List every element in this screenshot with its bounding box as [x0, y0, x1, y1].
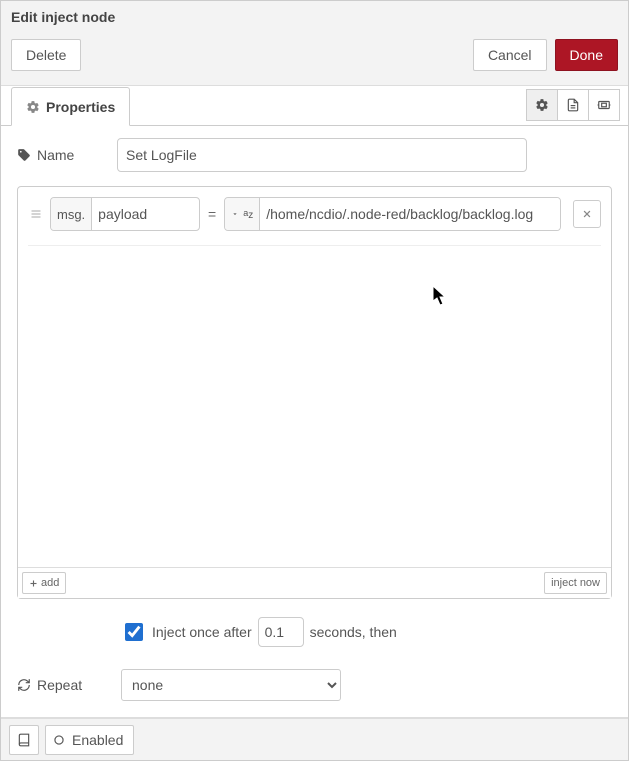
properties-icon-button[interactable] — [526, 89, 558, 121]
prop-value-input[interactable] — [260, 198, 560, 230]
repeat-label-text: Repeat — [37, 677, 82, 693]
props-footer: add inject now — [18, 567, 611, 598]
equals-sign: = — [206, 206, 218, 222]
tab-properties[interactable]: Properties — [11, 87, 130, 126]
add-prop-button[interactable]: add — [22, 572, 66, 594]
repeat-row: Repeat none — [17, 669, 612, 701]
delete-button[interactable]: Delete — [11, 39, 81, 71]
dialog-title: Edit inject node — [11, 9, 618, 25]
enabled-label: Enabled — [72, 732, 123, 748]
circle-icon — [52, 733, 66, 747]
description-icon-button[interactable] — [557, 89, 589, 121]
dialog-header: Edit inject node Delete Cancel Done — [1, 1, 628, 86]
book-icon — [17, 733, 31, 747]
prop-key-input[interactable] — [92, 198, 192, 230]
enabled-toggle[interactable]: Enabled — [45, 725, 134, 755]
prop-value-input-wrap: az — [224, 197, 561, 231]
tag-icon — [17, 148, 31, 162]
inject-once-checkbox[interactable] — [125, 623, 143, 641]
appearance-icon-button[interactable] — [588, 89, 620, 121]
payload-props-list: msg. = az — [18, 187, 611, 567]
repeat-label: Repeat — [17, 677, 121, 693]
name-label-text: Name — [37, 147, 74, 163]
close-icon — [582, 209, 592, 219]
inject-once-delay-input[interactable] — [258, 617, 304, 647]
string-type-icon: az — [243, 209, 253, 221]
prop-row: msg. = az — [28, 197, 601, 246]
add-prop-label: add — [41, 577, 59, 589]
plus-icon — [29, 579, 38, 588]
remove-prop-button[interactable] — [573, 200, 601, 228]
header-buttons: Delete Cancel Done — [11, 39, 618, 75]
drag-handle-icon[interactable] — [28, 208, 44, 220]
repeat-icon — [17, 678, 31, 692]
info-button[interactable] — [9, 725, 39, 755]
name-row: Name — [17, 138, 612, 172]
inject-now-button[interactable]: inject now — [544, 572, 607, 594]
inject-once-row: Inject once after seconds, then — [121, 617, 612, 647]
dialog-footer: Enabled — [1, 718, 628, 760]
payload-props-box: msg. = az — [17, 186, 612, 599]
prop-key-prefix[interactable]: msg. — [51, 198, 92, 230]
inject-once-label-after: seconds, then — [310, 624, 397, 640]
edit-dialog: Edit inject node Delete Cancel Done Prop… — [0, 0, 629, 761]
inject-once-label-before: Inject once after — [152, 624, 252, 640]
tab-properties-label: Properties — [46, 99, 115, 115]
gear-icon — [26, 100, 40, 114]
tabs-row: Properties — [1, 86, 628, 126]
dialog-body: Name msg. = — [1, 126, 628, 718]
prop-type-button[interactable]: az — [225, 198, 260, 230]
prop-key-input-wrap: msg. — [50, 197, 200, 231]
tab-icon-buttons — [526, 89, 620, 121]
name-input[interactable] — [117, 138, 527, 172]
caret-down-icon — [231, 210, 239, 218]
name-label: Name — [17, 147, 117, 163]
done-button[interactable]: Done — [555, 39, 618, 71]
right-buttons: Cancel Done — [473, 39, 618, 71]
cancel-button[interactable]: Cancel — [473, 39, 547, 71]
repeat-select[interactable]: none — [121, 669, 341, 701]
